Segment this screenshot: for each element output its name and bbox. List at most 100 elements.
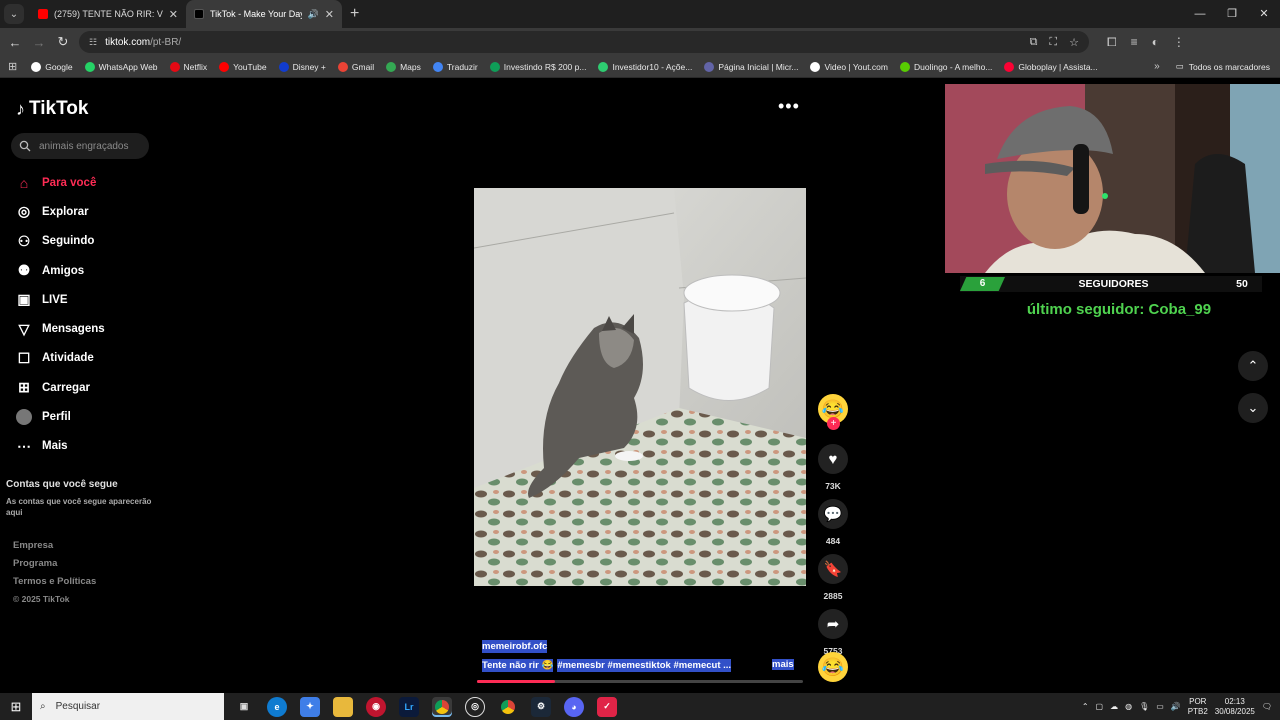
install-app-icon[interactable]: ⧉	[1030, 36, 1038, 49]
more-options-icon[interactable]: •••	[778, 96, 800, 117]
volume-icon[interactable]: 🔊	[1171, 702, 1181, 711]
tray-overflow-icon[interactable]: ⌃	[1082, 702, 1089, 711]
task-view-icon[interactable]: ▣	[234, 697, 254, 717]
extensions-icon[interactable]: ⧠	[1107, 35, 1117, 50]
close-tab-icon[interactable]: ✕	[169, 8, 178, 21]
sidebar-item[interactable]: ⌂ Para você	[16, 168, 105, 197]
previous-video-button[interactable]: ⌃	[1238, 351, 1268, 381]
address-bar[interactable]: ☷ tiktok.com/pt-BR/ ⧉ ⛶ ☆	[79, 31, 1089, 53]
sidebar-item[interactable]: Perfil	[16, 402, 105, 431]
all-bookmarks-button[interactable]: ▭ Todos os marcadores	[1176, 61, 1270, 72]
speaker-icon[interactable]: 🔊	[308, 9, 319, 20]
video-username[interactable]: memeirobf.ofc	[482, 640, 548, 653]
steam-icon[interactable]: ⚙	[531, 696, 551, 717]
share-button[interactable]: ➦	[818, 609, 848, 639]
footer-link-programa[interactable]: Programa	[13, 558, 96, 576]
more-icon: ⋯	[17, 437, 31, 454]
bookmark-item[interactable]: Video | Yout.com	[810, 61, 888, 72]
video-player[interactable]	[474, 188, 806, 586]
profile-icon[interactable]: ◐	[1152, 35, 1159, 50]
close-tab-icon[interactable]: ✕	[325, 8, 334, 21]
sidebar-item[interactable]: ⊞ Carregar	[16, 373, 105, 402]
network-icon[interactable]: ▭	[1156, 702, 1164, 711]
sidebar-item[interactable]: ☐ Atividade	[16, 344, 105, 373]
music-disc-icon[interactable]: 😂	[818, 652, 848, 682]
sidebar-item[interactable]: ⚉ Amigos	[16, 256, 105, 285]
tiktok-logo[interactable]: ♪ TikTok	[16, 98, 88, 120]
taskbar-search[interactable]: ⌕ Pesquisar	[32, 693, 224, 720]
search-input[interactable]: animais engraçados	[11, 133, 149, 159]
bookmark-favicon-icon	[432, 61, 443, 72]
media-app-icon[interactable]: ◉	[366, 696, 386, 717]
chrome-profile-icon[interactable]	[498, 697, 518, 717]
sidebar-item[interactable]: ⚇ Seguindo	[16, 227, 105, 256]
bookmark-item[interactable]: Duolingo - A melho...	[899, 61, 992, 72]
comment-button[interactable]: 💬	[818, 499, 848, 529]
tab-search-button[interactable]: ⌄	[4, 4, 24, 24]
input-language[interactable]: POR PTB2	[1188, 697, 1208, 717]
footer-link-empresa[interactable]: Empresa	[13, 540, 96, 558]
site-info-icon[interactable]: ☷	[89, 37, 97, 48]
close-window-button[interactable]: ✕	[1248, 0, 1280, 28]
tab-youtube[interactable]: (2759) TENTE NÃO RIR: VÍDEOS ✕	[30, 0, 186, 28]
translate-icon[interactable]: ⛶	[1049, 36, 1057, 49]
bookmark-item[interactable]: Investindo R$ 200 p...	[489, 61, 586, 72]
bookmark-favicon-icon	[704, 61, 715, 72]
like-button[interactable]: ♥	[818, 444, 848, 474]
tab-tiktok[interactable]: TikTok - Make Your Day 🔊 ✕	[186, 0, 342, 28]
tray-app-icon[interactable]: ☁	[1110, 702, 1118, 711]
save-button[interactable]: 🔖	[818, 554, 848, 584]
microphone-icon[interactable]: 🎙	[1139, 702, 1149, 711]
sidebar-item[interactable]: ▽ Mensagens	[16, 314, 105, 343]
bookmark-star-icon[interactable]: ☆	[1069, 36, 1079, 49]
logo-text: TikTok	[29, 98, 89, 119]
back-button[interactable]: ←	[3, 35, 27, 50]
bookmark-item[interactable]: Página Inicial | Micr...	[704, 61, 798, 72]
footer-link-termos[interactable]: Termos e Políticas	[13, 576, 96, 594]
copilot-icon[interactable]: ✦	[300, 696, 320, 717]
more-caption-button[interactable]: mais	[772, 659, 794, 670]
sidebar-item-label: Para você	[42, 176, 97, 189]
maximize-button[interactable]: ❐	[1216, 0, 1248, 28]
lightroom-icon[interactable]: Lr	[399, 696, 419, 717]
caption-hashtags[interactable]: #memesbr #memestiktok #memecut ...	[557, 659, 732, 672]
new-tab-button[interactable]: +	[350, 5, 359, 23]
bookmark-item[interactable]: Gmail	[337, 61, 374, 72]
clock[interactable]: 02:13 30/08/2025	[1215, 697, 1255, 717]
bookmark-item[interactable]: Disney +	[278, 61, 326, 72]
sidebar-item[interactable]: ▣ LIVE	[16, 285, 105, 314]
bookmark-item[interactable]: Investidor10 - Açõe...	[598, 61, 692, 72]
bookmark-item[interactable]: Netflix	[169, 61, 207, 72]
edge-icon[interactable]: e	[267, 696, 287, 717]
more-bookmarks-icon[interactable]: »	[1154, 61, 1160, 72]
bookmark-item[interactable]: WhatsApp Web	[84, 61, 158, 72]
media-controls-icon[interactable]: ≡	[1131, 35, 1138, 50]
tray-app-icon[interactable]: ◍	[1125, 702, 1132, 711]
minimize-button[interactable]: —	[1184, 0, 1216, 28]
creator-avatar[interactable]: 😂 +	[818, 394, 848, 430]
bookmark-item[interactable]: Google	[31, 61, 73, 72]
notifications-icon[interactable]: 🗨	[1262, 702, 1272, 711]
sidebar-item[interactable]: ◎ Explorar	[16, 197, 105, 226]
reload-button[interactable]: ↻	[51, 34, 75, 50]
next-video-button[interactable]: ⌄	[1238, 393, 1268, 423]
bookmark-item[interactable]: YouTube	[219, 61, 267, 72]
discord-icon[interactable]: ◕	[564, 696, 584, 717]
chrome-icon[interactable]	[432, 696, 452, 717]
sidebar-item-label: Seguindo	[42, 235, 95, 248]
apps-grid-icon[interactable]: ⊞	[8, 60, 17, 73]
video-progress-bar[interactable]	[477, 680, 803, 683]
forward-button[interactable]: →	[27, 35, 51, 50]
follow-plus-icon[interactable]: +	[827, 417, 840, 430]
bookmark-item[interactable]: Traduzir	[432, 61, 478, 72]
bookmark-item[interactable]: Maps	[386, 61, 421, 72]
file-explorer-icon[interactable]	[333, 696, 353, 717]
start-button[interactable]: ⊞	[0, 699, 32, 715]
app-icon[interactable]: ✓	[597, 696, 617, 717]
bookmark-item[interactable]: Globoplay | Assista...	[1004, 61, 1098, 72]
chevron-up-icon: ⌃	[1247, 358, 1259, 373]
browser-menu-icon[interactable]: ⋮	[1173, 35, 1185, 50]
obs-icon[interactable]: ◎	[465, 696, 485, 717]
tray-app-icon[interactable]: ▢	[1096, 702, 1104, 711]
sidebar-item[interactable]: ⋯ Mais	[16, 432, 105, 461]
